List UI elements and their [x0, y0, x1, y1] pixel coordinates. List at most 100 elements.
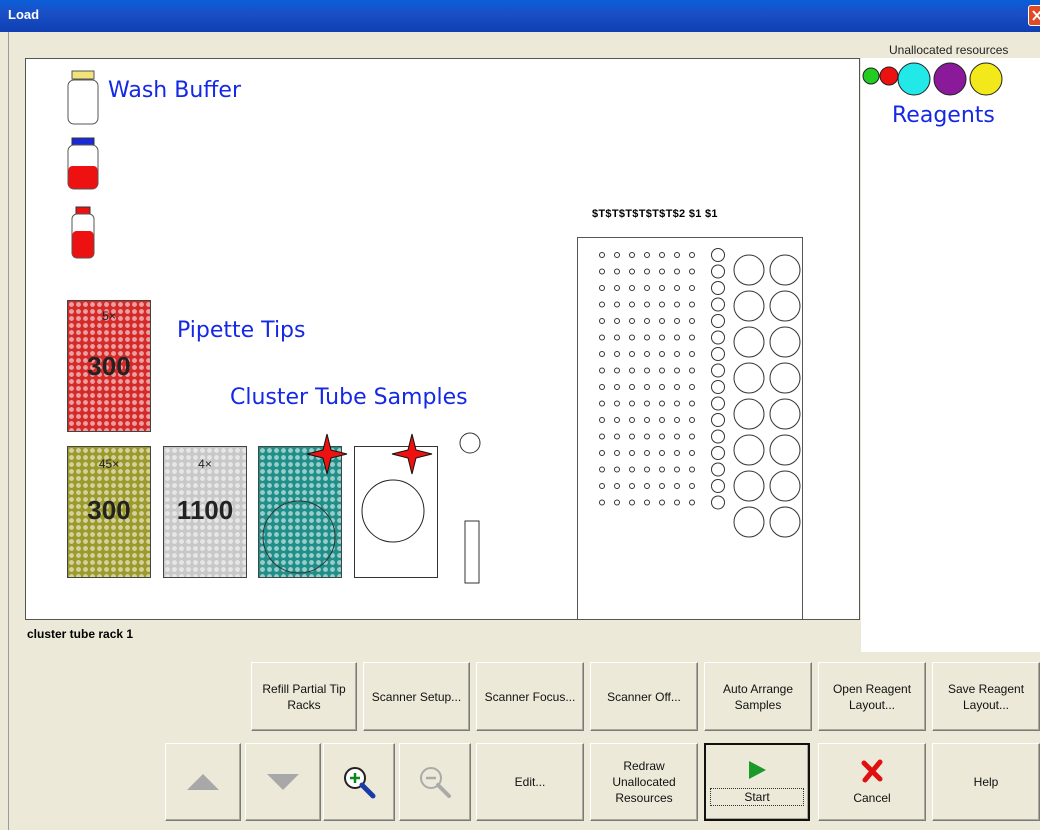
small-tube-holder[interactable] — [455, 430, 485, 590]
small-tube-well[interactable] — [644, 384, 650, 390]
medium-tube-well[interactable] — [711, 347, 725, 361]
small-tube-well[interactable] — [644, 285, 650, 291]
small-tube-well[interactable] — [659, 301, 665, 308]
reagent-bottle-small[interactable] — [71, 206, 95, 259]
small-tube-well[interactable] — [674, 301, 680, 308]
reagent-bottle-large[interactable] — [67, 137, 99, 190]
small-tube-well[interactable] — [629, 400, 635, 407]
small-tube-well[interactable] — [629, 367, 635, 374]
small-tube-well[interactable] — [659, 417, 665, 423]
small-tube-well[interactable] — [644, 334, 650, 341]
small-tube-well[interactable] — [629, 384, 635, 390]
large-tube-well[interactable] — [769, 398, 801, 430]
medium-tube-well[interactable] — [711, 396, 725, 411]
tip-rack-gray[interactable]: 4× 1100 — [163, 446, 247, 578]
small-tube-well[interactable] — [614, 483, 620, 489]
small-tube-well[interactable] — [674, 417, 680, 423]
small-tube-well[interactable] — [659, 433, 665, 440]
small-tube-well[interactable] — [644, 252, 650, 258]
small-tube-well[interactable] — [659, 450, 665, 456]
small-tube-well[interactable] — [689, 334, 695, 341]
small-tube-well[interactable] — [674, 433, 680, 440]
small-tube-well[interactable] — [614, 252, 620, 258]
medium-tube-well[interactable] — [711, 297, 725, 312]
small-tube-well[interactable] — [644, 268, 650, 275]
small-tube-well[interactable] — [599, 367, 605, 374]
small-tube-well[interactable] — [629, 268, 635, 275]
small-tube-well[interactable] — [659, 351, 665, 357]
refill-partial-tip-racks-button[interactable]: Refill Partial Tip Racks — [251, 662, 357, 731]
small-tube-well[interactable] — [674, 318, 680, 324]
small-tube-well[interactable] — [614, 367, 620, 374]
zoom-in-button[interactable] — [323, 743, 395, 821]
medium-tube-well[interactable] — [711, 380, 725, 394]
large-tube-well[interactable] — [733, 362, 765, 394]
small-tube-well[interactable] — [629, 450, 635, 456]
small-tube-well[interactable] — [614, 384, 620, 390]
scanner-focus-button[interactable]: Scanner Focus... — [476, 662, 584, 731]
small-tube-well[interactable] — [689, 417, 695, 423]
small-tube-well[interactable] — [599, 318, 605, 324]
small-tube-well[interactable] — [614, 301, 620, 308]
large-tube-well[interactable] — [733, 398, 765, 430]
small-tube-well[interactable] — [659, 268, 665, 275]
small-tube-well[interactable] — [614, 400, 620, 407]
small-tube-well[interactable] — [644, 301, 650, 308]
small-tube-well[interactable] — [599, 450, 605, 456]
large-tube-well[interactable] — [733, 434, 765, 466]
small-tube-well[interactable] — [689, 433, 695, 440]
small-tube-well[interactable] — [689, 450, 695, 456]
small-tube-well[interactable] — [674, 334, 680, 341]
small-tube-well[interactable] — [644, 483, 650, 489]
small-tube-well[interactable] — [629, 285, 635, 291]
small-tube-well[interactable] — [599, 268, 605, 275]
large-tube-well[interactable] — [769, 326, 801, 358]
small-tube-well[interactable] — [674, 499, 680, 506]
small-tube-well[interactable] — [599, 466, 605, 473]
large-tube-well[interactable] — [769, 254, 801, 286]
small-tube-well[interactable] — [614, 285, 620, 291]
small-tube-well[interactable] — [659, 384, 665, 390]
small-tube-well[interactable] — [629, 351, 635, 357]
small-tube-well[interactable] — [674, 384, 680, 390]
small-tube-well[interactable] — [689, 466, 695, 473]
large-tube-well[interactable] — [733, 506, 765, 538]
cluster-tube-rack[interactable] — [577, 237, 803, 620]
small-tube-well[interactable] — [674, 268, 680, 275]
small-tube-well[interactable] — [629, 417, 635, 423]
medium-tube-well[interactable] — [711, 314, 725, 328]
small-tube-well[interactable] — [659, 252, 665, 258]
small-tube-well[interactable] — [659, 483, 665, 489]
scanner-off-button[interactable]: Scanner Off... — [590, 662, 698, 731]
small-tube-well[interactable] — [659, 466, 665, 473]
small-tube-well[interactable] — [599, 384, 605, 390]
small-tube-well[interactable] — [629, 433, 635, 440]
small-tube-well[interactable] — [674, 450, 680, 456]
small-tube-well[interactable] — [614, 466, 620, 473]
small-tube-well[interactable] — [599, 285, 605, 291]
large-tube-well[interactable] — [769, 470, 801, 502]
medium-tube-well[interactable] — [711, 281, 725, 295]
auto-arrange-samples-button[interactable]: Auto Arrange Samples — [704, 662, 812, 731]
move-down-button[interactable] — [245, 743, 321, 821]
medium-tube-well[interactable] — [711, 479, 725, 493]
small-tube-well[interactable] — [644, 400, 650, 407]
medium-tube-well[interactable] — [711, 264, 725, 279]
small-tube-well[interactable] — [644, 318, 650, 324]
small-tube-well[interactable] — [599, 433, 605, 440]
small-tube-well[interactable] — [599, 334, 605, 341]
medium-tube-well[interactable] — [711, 462, 725, 477]
medium-tube-well[interactable] — [711, 248, 725, 262]
small-tube-well[interactable] — [599, 252, 605, 258]
small-tube-well[interactable] — [629, 483, 635, 489]
edit-button[interactable]: Edit... — [476, 743, 584, 821]
small-tube-well[interactable] — [599, 301, 605, 308]
small-tube-well[interactable] — [689, 483, 695, 489]
large-tube-well[interactable] — [733, 326, 765, 358]
redraw-unallocated-resources-button[interactable]: Redraw Unallocated Resources — [590, 743, 698, 821]
large-tube-well[interactable] — [769, 362, 801, 394]
large-tube-well[interactable] — [733, 254, 765, 286]
open-reagent-layout-button[interactable]: Open Reagent Layout... — [818, 662, 926, 731]
small-tube-well[interactable] — [674, 252, 680, 258]
close-button[interactable] — [1028, 5, 1040, 26]
